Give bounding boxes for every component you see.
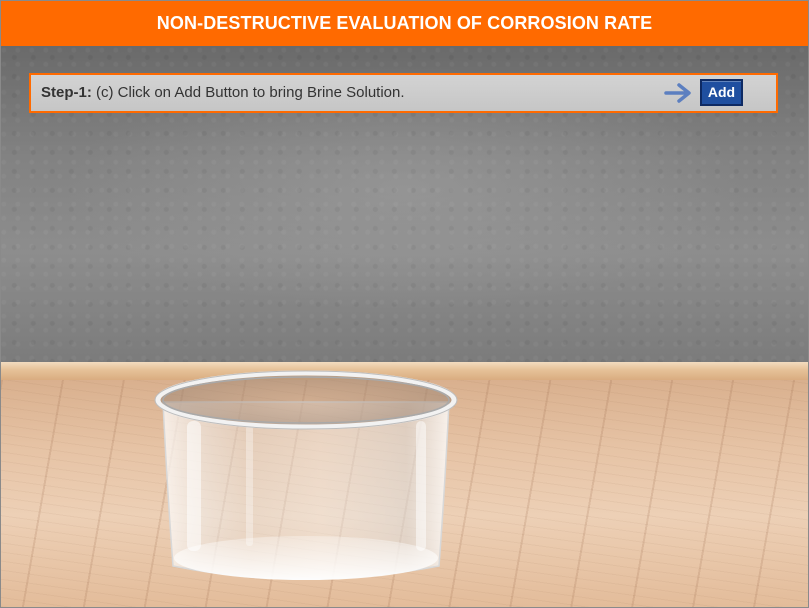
lab-scene: Step-1: (c) Click on Add Button to bring… — [1, 46, 808, 607]
page-title: NON-DESTRUCTIVE EVALUATION OF CORROSION … — [1, 1, 808, 46]
add-button[interactable]: Add — [700, 79, 743, 106]
empty-beaker[interactable] — [151, 366, 461, 588]
arrow-right-icon — [664, 83, 691, 103]
step-label: Step-1: — [41, 84, 92, 101]
instruction-text: Step-1: (c) Click on Add Button to bring… — [41, 75, 405, 111]
instruction-bar: Step-1: (c) Click on Add Button to bring… — [29, 73, 778, 113]
step-description: (c) Click on Add Button to bring Brine S… — [91, 84, 405, 101]
simulation-frame: NON-DESTRUCTIVE EVALUATION OF CORROSION … — [0, 0, 809, 608]
